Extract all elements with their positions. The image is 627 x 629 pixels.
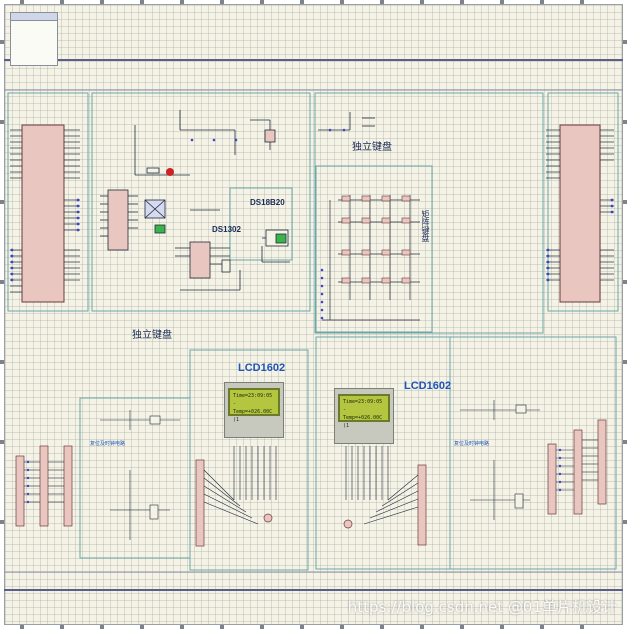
buzzer-icon — [166, 168, 174, 176]
label-reset-left: 复位及时钟电路 — [90, 441, 126, 447]
label-lcd1602-left: LCD1602 — [238, 362, 286, 374]
mcu-right-chip — [559, 124, 601, 303]
lcd-right-line-1: Time=23:09:05 - — [343, 399, 383, 413]
pot-right-icon — [343, 519, 353, 529]
lcd-right-screen: Time=23:09:05 - Temp=+026.00C (1 — [338, 394, 390, 429]
label-ds18b20: DS18B20 — [250, 198, 285, 207]
block-reset-right — [449, 336, 617, 570]
lcd-left-line-1: Time=23:09:05 - — [233, 393, 273, 407]
circuit-drawing — [4, 59, 623, 591]
block-lcd-right — [315, 336, 451, 570]
pot-left-icon — [263, 513, 273, 523]
block-matrix — [315, 165, 433, 333]
label-reset-right: 复位及时钟电路 — [454, 441, 490, 447]
lcd-left-screen: Time=23:09:05 - Temp=+026.00C (1 — [228, 388, 280, 423]
label-independent-keyboard-left: 独立键盘 — [132, 330, 172, 341]
lcd-right-line-2: Temp=+026.00C (1 — [343, 415, 383, 429]
block-reset-left — [79, 397, 191, 559]
label-lcd1602-right: LCD1602 — [404, 380, 452, 392]
label-independent-keyboard-top: 独立键盘 — [352, 142, 392, 153]
info-box-header — [11, 13, 57, 21]
label-ds1302: DS1302 — [212, 225, 241, 234]
info-box — [10, 12, 58, 66]
matrix-keypad — [322, 195, 420, 321]
mcu-left-chip — [21, 124, 65, 303]
label-matrix-keyboard: 矩阵键盘 — [421, 210, 430, 242]
watermark: https://blog.csdn.net @01单片机设计 — [347, 598, 617, 616]
lcd-left-line-2: Temp=+026.00C (1 — [233, 409, 273, 423]
